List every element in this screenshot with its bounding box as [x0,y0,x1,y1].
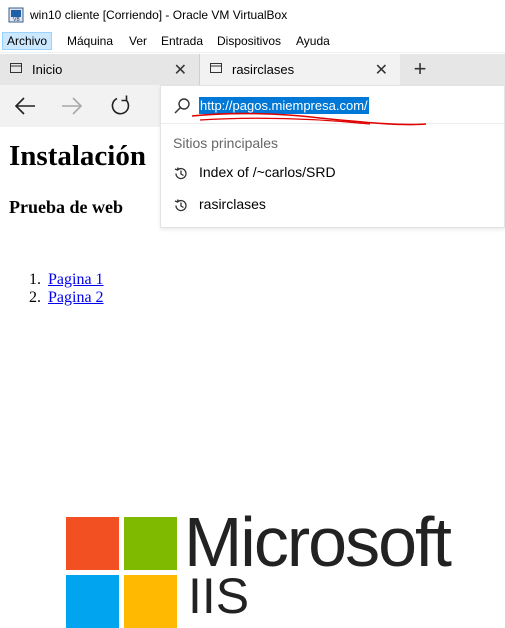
svg-text:VB: VB [13,17,20,23]
back-arrow-icon[interactable] [11,93,39,119]
suggestion-label: rasirclases [199,196,266,212]
logo-square-yellow [124,575,177,628]
logo-square-green [124,517,177,570]
vm-window-titlebar: VB win10 cliente [Corriendo] - Oracle VM… [0,0,505,30]
window-title: win10 cliente [Corriendo] - Oracle VM Vi… [30,8,288,22]
list-number: 1. [29,271,41,288]
virtualbox-icon: VB [8,7,24,23]
link-pagina-2[interactable]: Pagina 2 [48,289,104,307]
menu-ver[interactable]: Ver [125,32,151,50]
menu-dispositivos[interactable]: Dispositivos [213,32,285,50]
new-tab-button[interactable]: + [402,54,438,85]
list-number: 2. [29,289,41,306]
menu-entrada[interactable]: Entrada [157,32,207,50]
logo-text: Microsoft [184,503,452,581]
tab-inicio[interactable]: Inicio ✕ [0,54,200,85]
suggestion-item[interactable]: rasirclases [161,189,504,221]
page-subheading: Prueba de web [9,197,123,217]
search-icon [174,98,190,114]
tab-label: Inicio [32,62,63,77]
close-icon[interactable]: ✕ [174,60,187,80]
menu-ayuda[interactable]: Ayuda [292,32,334,50]
history-icon [174,199,187,212]
logo-square-red [66,517,119,570]
vm-menubar: Archivo Máquina Ver Entrada Dispositivos… [0,30,505,53]
logo-subtext: IIS [188,568,250,624]
menu-archivo[interactable]: Archivo [2,32,53,50]
tab-rasirclases[interactable]: rasirclases ✕ [200,54,400,85]
page-heading: Instalación [9,140,146,172]
tab-label: rasirclases [232,62,295,77]
forward-arrow-icon[interactable] [58,93,86,119]
close-icon[interactable]: ✕ [375,60,388,80]
suggestions-header: Sitios principales [173,135,279,151]
suggestion-item[interactable]: Index of /~carlos/SRD [161,157,504,189]
history-icon [174,167,187,180]
annotation-underline [191,112,427,126]
suggestion-label: Index of /~carlos/SRD [199,164,336,180]
logo-square-blue [66,575,119,628]
link-pagina-1[interactable]: Pagina 1 [48,271,104,289]
tab-page-icon [10,63,22,73]
refresh-icon[interactable] [107,93,135,119]
tab-page-icon [210,63,222,73]
menu-maquina[interactable]: Máquina [63,32,117,50]
address-bar-dropdown: http://pagos.miempresa.com/ Sitios princ… [160,85,505,228]
